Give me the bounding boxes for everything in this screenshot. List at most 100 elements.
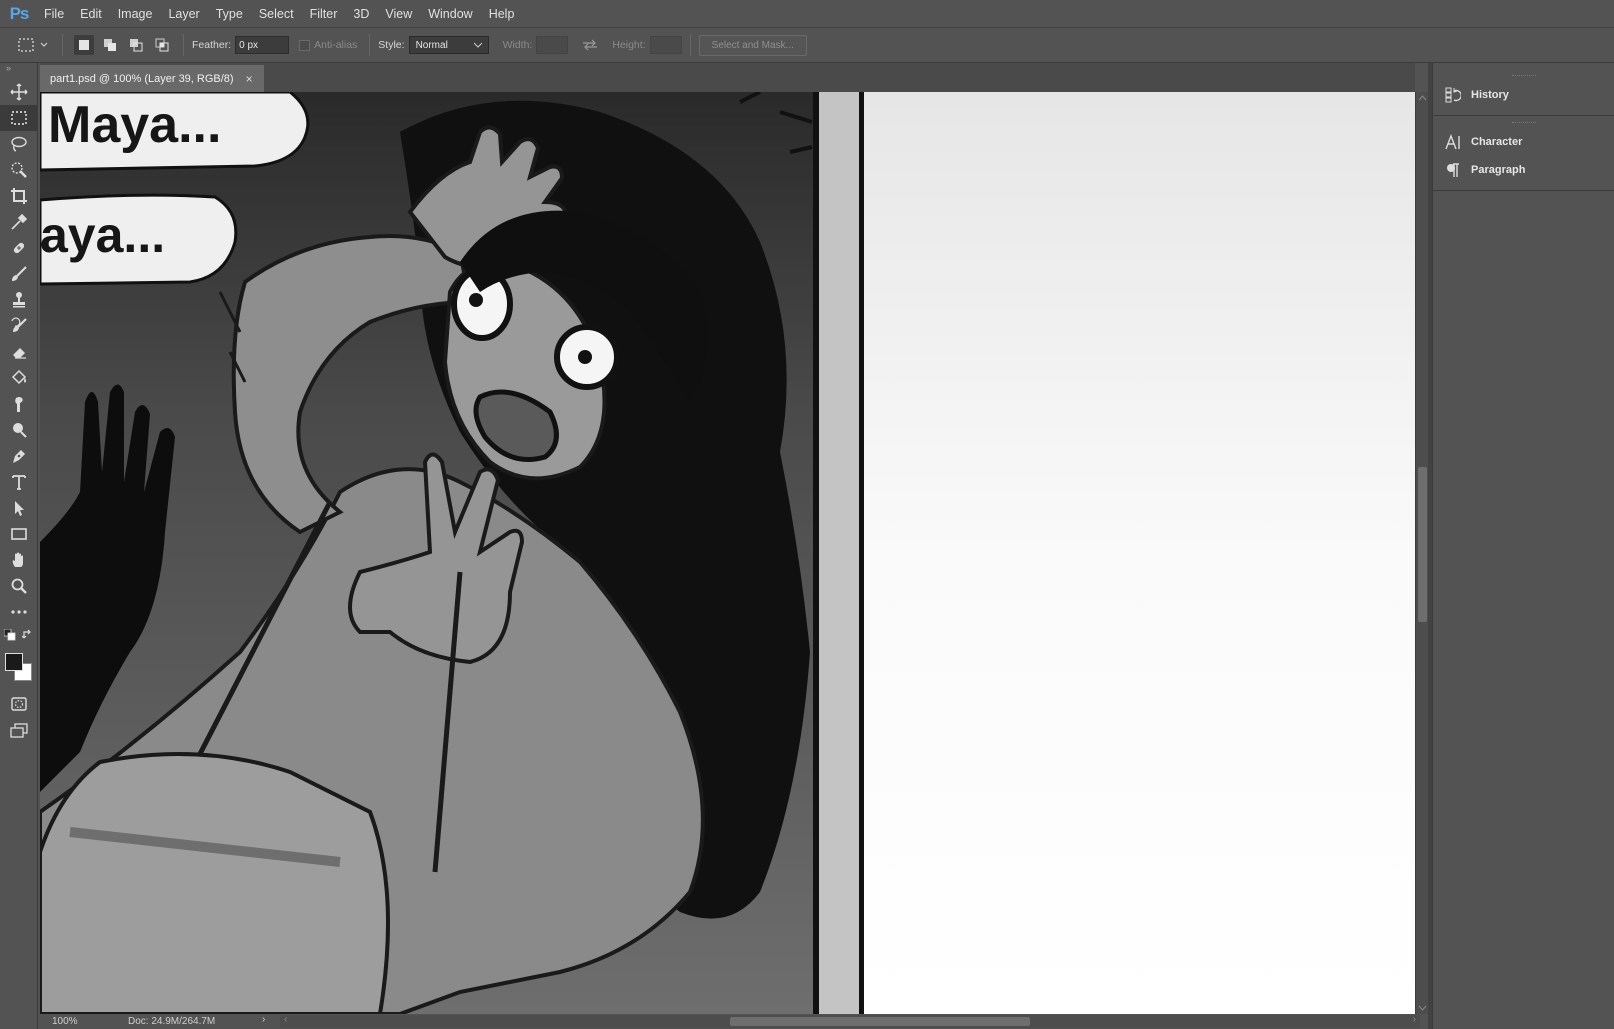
character-label: Character — [1471, 136, 1523, 148]
feather-label: Feather: — [192, 39, 232, 51]
menu-type[interactable]: Type — [208, 0, 251, 28]
document-size-info: Doc: 24.9M/264.7M — [128, 1016, 216, 1027]
hand-tool-icon[interactable] — [0, 547, 38, 573]
width-label: Width: — [502, 39, 533, 51]
menu-view[interactable]: View — [377, 0, 420, 28]
swap-colors-icon[interactable] — [22, 628, 34, 640]
select-and-mask-button[interactable]: Select and Mask... — [698, 34, 807, 56]
scroll-up-icon[interactable] — [1418, 94, 1427, 102]
tool-preset-picker[interactable] — [14, 33, 54, 57]
horizontal-scrollbar[interactable]: ‹ › — [280, 1014, 1420, 1028]
eyedropper-tool-icon[interactable] — [0, 209, 38, 235]
toolbox-collapse-icon[interactable]: » — [0, 63, 37, 73]
style-select[interactable]: Normal — [408, 36, 489, 54]
character-panel-button[interactable]: Character — [1433, 128, 1614, 156]
style-value: Normal — [415, 39, 448, 51]
quick-selection-tool-icon[interactable] — [0, 157, 38, 183]
comic-artwork: Maya... aya... — [40, 92, 1415, 1014]
scroll-right-icon[interactable]: › — [1413, 1014, 1416, 1025]
screen-mode-icon[interactable] — [0, 717, 38, 743]
panel-group-history: History — [1433, 63, 1614, 116]
history-label: History — [1471, 89, 1509, 101]
quick-mask-icon[interactable] — [0, 691, 38, 717]
lasso-tool-icon[interactable] — [0, 131, 38, 157]
antialias-checkbox[interactable] — [299, 39, 311, 51]
scroll-left-icon[interactable]: ‹ — [284, 1014, 287, 1025]
menu-window[interactable]: Window — [420, 0, 480, 28]
chevron-down-icon — [473, 42, 482, 48]
panel-grip[interactable] — [1511, 122, 1536, 126]
healing-brush-tool-icon[interactable] — [0, 235, 38, 261]
right-panel-dock: History Character Paragraph — [1432, 63, 1614, 1029]
vertical-scrollbar[interactable] — [1415, 92, 1428, 1014]
clone-stamp-tool-icon[interactable] — [0, 287, 38, 313]
swap-dimensions-button[interactable] — [582, 39, 598, 51]
smudge-tool-icon[interactable] — [0, 391, 38, 417]
add-selection-icon — [104, 39, 116, 51]
path-selection-tool-icon[interactable] — [0, 495, 38, 521]
close-icon[interactable]: × — [246, 72, 253, 86]
menu-bar: Ps File Edit Image Layer Type Select Fil… — [0, 0, 1614, 28]
panel-grip[interactable] — [1511, 75, 1536, 79]
rectangular-marquee-tool-icon[interactable] — [0, 105, 38, 131]
menu-help[interactable]: Help — [481, 0, 523, 28]
menu-filter[interactable]: Filter — [302, 0, 346, 28]
eraser-tool-icon[interactable] — [0, 339, 38, 365]
intersect-selection-icon — [155, 38, 169, 52]
crop-tool-icon[interactable] — [0, 183, 38, 209]
feather-input[interactable] — [235, 36, 290, 54]
paragraph-label: Paragraph — [1471, 164, 1526, 176]
character-icon — [1445, 134, 1461, 150]
history-panel-button[interactable]: History — [1433, 81, 1614, 109]
subtract-from-selection-button[interactable] — [126, 35, 146, 55]
zoom-tool-icon[interactable] — [0, 573, 38, 599]
toolbox: » — [0, 63, 38, 1029]
history-icon — [1445, 87, 1461, 103]
separator — [369, 34, 371, 56]
intersect-selection-button[interactable] — [152, 35, 172, 55]
separator — [62, 34, 63, 56]
swap-arrows-icon — [583, 39, 598, 51]
color-swap-controls — [0, 625, 37, 651]
foreground-color-swatch[interactable] — [5, 653, 23, 671]
default-colors-icon[interactable] — [4, 629, 16, 641]
separator — [689, 34, 691, 56]
menu-layer[interactable]: Layer — [160, 0, 207, 28]
history-brush-tool-icon[interactable] — [0, 313, 38, 339]
status-menu-arrow-icon[interactable]: › — [262, 1014, 265, 1025]
dodge-tool-icon[interactable] — [0, 417, 38, 443]
height-input[interactable] — [649, 36, 682, 54]
pen-tool-icon[interactable] — [0, 443, 38, 469]
new-selection-button[interactable] — [74, 35, 94, 55]
status-bar: 100% Doc: 24.9M/264.7M › ‹ › — [40, 1014, 1428, 1029]
width-input[interactable] — [536, 36, 569, 54]
bubble-text-2: aya... — [40, 207, 165, 263]
type-tool-icon[interactable] — [0, 469, 38, 495]
document-tab-title: part1.psd @ 100% (Layer 39, RGB/8) — [50, 72, 234, 85]
menu-select[interactable]: Select — [251, 0, 302, 28]
subtract-selection-icon — [130, 39, 143, 52]
document-tab[interactable]: part1.psd @ 100% (Layer 39, RGB/8) × — [40, 65, 264, 92]
document-canvas[interactable]: Maya... aya... — [40, 92, 1415, 1014]
horizontal-scroll-thumb[interactable] — [730, 1017, 1030, 1026]
zoom-level[interactable]: 100% — [40, 1016, 100, 1027]
menu-image[interactable]: Image — [110, 0, 161, 28]
add-to-selection-button[interactable] — [100, 35, 120, 55]
height-label: Height: — [612, 39, 646, 51]
edit-toolbar-icon[interactable] — [0, 599, 38, 625]
menu-file[interactable]: File — [36, 0, 72, 28]
scroll-down-icon[interactable] — [1418, 1004, 1427, 1012]
panel-group-type: Character Paragraph — [1433, 116, 1614, 191]
paint-bucket-tool-icon[interactable] — [0, 365, 38, 391]
menu-3d[interactable]: 3D — [345, 0, 377, 28]
color-swatches — [0, 651, 37, 691]
brush-tool-icon[interactable] — [0, 261, 38, 287]
move-tool-icon[interactable] — [0, 79, 38, 105]
bubble-text-1: Maya... — [48, 96, 221, 154]
paragraph-panel-button[interactable]: Paragraph — [1433, 156, 1614, 184]
vertical-scroll-thumb[interactable] — [1418, 467, 1427, 622]
new-selection-icon — [79, 40, 89, 50]
menu-edit[interactable]: Edit — [72, 0, 110, 28]
rectangle-tool-icon[interactable] — [0, 521, 38, 547]
options-bar: Feather: Anti-alias Style: Normal Width:… — [0, 28, 1614, 63]
